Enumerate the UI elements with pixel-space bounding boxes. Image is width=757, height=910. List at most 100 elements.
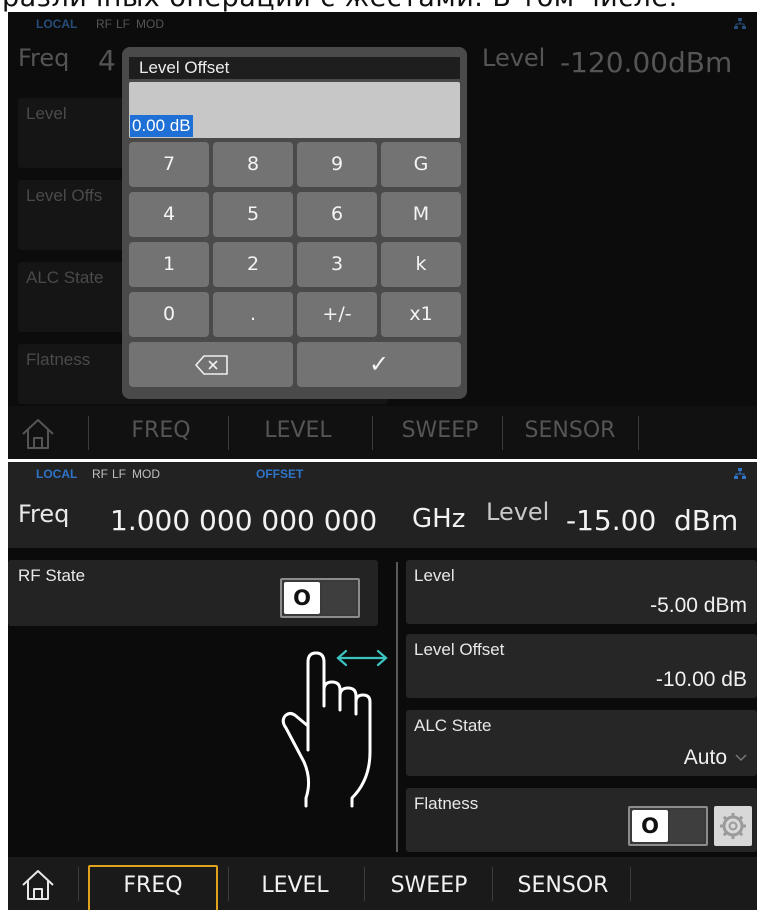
- level-label: Level: [414, 566, 455, 585]
- gear-icon: [720, 813, 746, 839]
- key-3[interactable]: 3: [297, 242, 377, 287]
- level-unit: dBm: [674, 504, 739, 537]
- tab-separator: [228, 867, 229, 901]
- key-1[interactable]: 1: [129, 242, 209, 287]
- freq-unit: GHz: [412, 504, 466, 534]
- tile-label: Level Offs: [26, 186, 103, 205]
- tab-separator: [364, 867, 365, 901]
- header-row: Freq 1.000 000 000 000 GHz Level -15.00 …: [8, 484, 757, 548]
- value-input[interactable]: 0.00 dB: [129, 82, 460, 138]
- status-lf: LF: [116, 17, 131, 31]
- backspace-button[interactable]: [129, 342, 293, 387]
- key-8[interactable]: 8: [213, 142, 293, 187]
- status-bar: LOCAL RF LF MOD: [8, 12, 757, 34]
- key-decimal[interactable]: .: [213, 292, 293, 337]
- flatness-settings-button[interactable]: [714, 806, 752, 846]
- level-tile[interactable]: Level -5.00 dBm: [406, 560, 757, 624]
- level-offset-label: Level Offset: [414, 640, 505, 659]
- caption-text: различных операций с жестами. В том числ…: [2, 0, 678, 12]
- rf-state-label: RF State: [18, 566, 86, 585]
- freq-label: Freq: [18, 500, 70, 528]
- status-rf: RF: [96, 17, 112, 31]
- flatness-tile[interactable]: Flatness O: [406, 788, 757, 852]
- level-offset-tile[interactable]: Level Offset -10.00 dB: [406, 634, 757, 698]
- key-6[interactable]: 6: [297, 192, 377, 237]
- status-bar: LOCAL RF LF MOD OFFSET: [8, 462, 757, 484]
- home-icon[interactable]: [20, 867, 56, 903]
- tab-separator: [88, 416, 89, 450]
- toggle-knob: O: [284, 582, 320, 614]
- tab-bar: FREQ LEVEL SWEEP SENSOR: [8, 406, 757, 459]
- status-lf: LF: [112, 467, 127, 481]
- tab-sweep[interactable]: SWEEP: [368, 861, 490, 910]
- network-icon: [734, 18, 746, 29]
- tab-sensor[interactable]: SENSOR: [496, 861, 630, 910]
- level-offset-value: -10.00 dB: [655, 668, 747, 691]
- chevron-down-icon: [735, 754, 747, 762]
- status-offset: OFFSET: [256, 467, 304, 481]
- checkmark-icon: ✓: [368, 350, 390, 378]
- alc-state-value: Auto: [683, 746, 727, 769]
- tab-separator: [372, 416, 373, 450]
- freq-value: 4: [98, 44, 116, 77]
- caption-strip: различных операций с жестами. В том числ…: [0, 0, 757, 12]
- status-mod: MOD: [132, 467, 160, 481]
- key-7[interactable]: 7: [129, 142, 209, 187]
- tile-label: Flatness: [26, 350, 91, 369]
- network-icon: [734, 468, 746, 479]
- key-9[interactable]: 9: [297, 142, 377, 187]
- flatness-toggle[interactable]: O: [628, 806, 708, 846]
- alc-state-tile[interactable]: ALC State Auto: [406, 710, 757, 776]
- key-2[interactable]: 2: [213, 242, 293, 287]
- level-unit: dBm: [668, 46, 733, 79]
- tab-separator: [228, 416, 229, 450]
- tab-separator: [78, 867, 79, 901]
- key-plus-minus[interactable]: +/-: [297, 292, 377, 337]
- backspace-icon: [195, 355, 228, 375]
- pane-divider[interactable]: [396, 562, 398, 852]
- swipe-hand-icon: [281, 649, 388, 808]
- freq-value: 1.000 000 000 000: [110, 504, 378, 537]
- tab-separator: [502, 416, 503, 450]
- status-rf: RF: [92, 467, 108, 481]
- level-label: Level: [482, 44, 546, 72]
- key-0[interactable]: 0: [129, 292, 209, 337]
- key-k[interactable]: k: [381, 242, 461, 287]
- tab-sweep: SWEEP: [401, 418, 479, 443]
- tab-sensor: SENSOR: [524, 418, 616, 443]
- tab-freq[interactable]: FREQ: [88, 861, 218, 910]
- level-value: -15.00: [566, 504, 657, 537]
- tab-separator: [492, 867, 493, 901]
- confirm-button[interactable]: ✓: [297, 342, 461, 387]
- tab-level: LEVEL: [264, 418, 332, 443]
- tile-label: Level: [26, 104, 67, 123]
- tab-separator: [638, 416, 639, 450]
- status-local: LOCAL: [36, 467, 78, 481]
- status-local: LOCAL: [36, 17, 78, 31]
- alc-state-label: ALC State: [414, 716, 492, 735]
- tab-freq: FREQ: [131, 418, 191, 443]
- tab-bar: FREQ LEVEL SWEEP SENSOR: [8, 857, 757, 910]
- value-input-text: 0.00 dB: [130, 115, 193, 137]
- tile-label: ALC State: [26, 268, 104, 287]
- rf-state-tile[interactable]: RF State O: [8, 560, 378, 626]
- toggle-track: [670, 810, 704, 842]
- tab-separator: [630, 867, 631, 901]
- level-value: -120.00: [560, 46, 669, 79]
- key-5[interactable]: 5: [213, 192, 293, 237]
- key-x1[interactable]: x1: [381, 292, 461, 337]
- level-offset-dialog: Level Offset 0.00 dB 7 8 9 G 4 5 6 M 1 2…: [122, 47, 467, 399]
- key-4[interactable]: 4: [129, 192, 209, 237]
- home-icon: [22, 419, 54, 449]
- dialog-title: Level Offset: [129, 57, 460, 79]
- level-screen: LOCAL RF LF MOD OFFSET Freq 1.000 000 00…: [8, 462, 757, 910]
- toggle-knob: O: [632, 810, 668, 842]
- freq-label: Freq: [18, 44, 70, 72]
- level-value: -5.00 dBm: [650, 594, 747, 617]
- level-label: Level: [486, 498, 550, 526]
- rf-state-toggle[interactable]: O: [280, 578, 360, 618]
- tab-level[interactable]: LEVEL: [230, 861, 360, 910]
- keypad-screen: LOCAL RF LF MOD Freq 4 Level -120.00 dBm…: [8, 12, 757, 459]
- key-m[interactable]: M: [381, 192, 461, 237]
- key-g[interactable]: G: [381, 142, 461, 187]
